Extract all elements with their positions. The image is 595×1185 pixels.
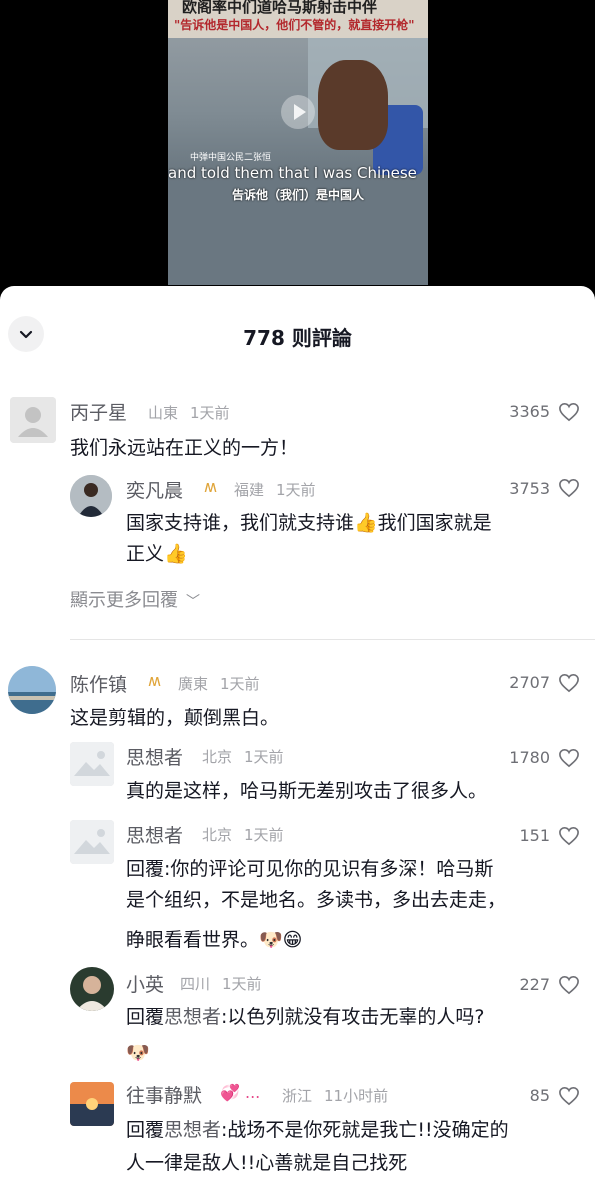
avatar-photo bbox=[8, 666, 56, 714]
reply-location: 福建 bbox=[234, 481, 265, 499]
reply-username[interactable]: 奕凡晨 bbox=[126, 476, 183, 503]
reply-text: 回覆:你的评论可见你的见识有多深！哈马斯 bbox=[126, 858, 494, 880]
comment-text: 这是剪辑的，颠倒黑白。 bbox=[70, 707, 280, 729]
badge-icon: ʍ bbox=[148, 671, 162, 690]
video-subtitle-quote: "告诉他是中国人，他们不管的，就直接开枪" bbox=[174, 18, 415, 32]
comment-username[interactable]: 陈作镇 bbox=[70, 670, 127, 697]
reply-target-link[interactable]: 思想者 bbox=[164, 1119, 221, 1141]
default-avatar-icon bbox=[10, 397, 56, 443]
badge-icon: 💞 ... bbox=[220, 1083, 261, 1102]
avatar-photo bbox=[70, 967, 114, 1011]
reply-username[interactable]: 往事静默 bbox=[126, 1081, 202, 1108]
reply-username[interactable]: 小英 bbox=[126, 970, 164, 997]
video-watermark: 中弹中国公民二张恒 bbox=[190, 153, 272, 163]
like-count: 1780 bbox=[509, 748, 550, 767]
reply-time: 1天前 bbox=[276, 481, 316, 499]
like-count: 3365 bbox=[509, 402, 550, 421]
reply-location: 浙江 bbox=[282, 1087, 313, 1105]
show-more-replies[interactable]: 顯示更多回覆 ﹀ bbox=[70, 586, 200, 612]
play-icon[interactable] bbox=[281, 95, 315, 129]
avatar[interactable] bbox=[10, 397, 56, 443]
like-count: 85 bbox=[529, 1086, 550, 1105]
comment-time: 1天前 bbox=[190, 404, 230, 422]
like-count: 2707 bbox=[509, 673, 550, 692]
comment-sheet-header: 778 则評論 bbox=[0, 286, 595, 382]
video-person bbox=[318, 60, 388, 150]
like-count: 227 bbox=[519, 975, 550, 994]
reply-text: 回覆思想者:战场不是你死就是我亡!!没确定的 bbox=[126, 1115, 509, 1146]
divider bbox=[70, 639, 595, 640]
video-title: 欧阁率中们道哈马斯射击中伴 bbox=[182, 0, 378, 16]
comment-sheet: 778 则評論 丙子星 山東 1天前 3365 我们永远站在正义的一方！ 奕凡晨 bbox=[0, 286, 595, 1185]
reply-text: 国家支持谁，我们就支持谁👍我们国家就是 bbox=[126, 512, 492, 534]
heart-icon[interactable] bbox=[558, 402, 580, 422]
reply-text: 睁眼看看世界。🐶😁 bbox=[126, 929, 303, 951]
reply-prefix: 回覆 bbox=[126, 1119, 165, 1141]
avatar[interactable] bbox=[70, 1082, 114, 1126]
avatar[interactable] bbox=[8, 666, 56, 714]
video-caption-cn: 告诉他（我们）是中国人 bbox=[231, 188, 364, 202]
reply-location: 北京 bbox=[202, 826, 233, 844]
reply-text: 人一律是敌人!!心善就是自己找死 bbox=[126, 1152, 408, 1174]
reply-text: 回覆思想者:以色列就没有攻击无辜的人吗? bbox=[126, 1002, 485, 1033]
reply-time: 11小时前 bbox=[324, 1087, 389, 1105]
comment-text: 我们永远站在正义的一方！ bbox=[70, 437, 299, 459]
comment-location: 廣東 bbox=[178, 675, 209, 693]
reply-body: :以色列就没有攻击无辜的人吗? bbox=[221, 1006, 485, 1028]
reply-prefix: 回覆 bbox=[126, 1006, 165, 1028]
comment-count-title: 778 则評論 bbox=[243, 326, 352, 350]
avatar-photo bbox=[70, 1082, 114, 1126]
reply-username[interactable]: 思想者 bbox=[126, 821, 183, 848]
comment-time: 1天前 bbox=[220, 675, 260, 693]
heart-icon[interactable] bbox=[558, 975, 580, 995]
heart-icon[interactable] bbox=[558, 1086, 580, 1106]
reply-username[interactable]: 思想者 bbox=[126, 743, 183, 770]
reply-time: 1天前 bbox=[244, 826, 284, 844]
avatar[interactable] bbox=[70, 967, 114, 1011]
reply-text: 真的是这样，哈马斯无差别攻击了很多人。 bbox=[126, 780, 488, 802]
placeholder-image-icon bbox=[70, 820, 114, 864]
like-count: 151 bbox=[519, 826, 550, 845]
comment-username[interactable]: 丙子星 bbox=[70, 398, 127, 425]
reply-body: :战场不是你死就是我亡!!没确定的 bbox=[221, 1119, 509, 1141]
show-more-label: 顯示更多回覆 bbox=[70, 590, 178, 611]
avatar-photo bbox=[70, 475, 112, 517]
badge-icon: ʍ bbox=[204, 477, 218, 496]
avatar[interactable] bbox=[70, 475, 112, 517]
comment-location: 山東 bbox=[148, 404, 179, 422]
reply-text: 🐶 bbox=[126, 1042, 150, 1064]
avatar[interactable] bbox=[70, 742, 114, 786]
video-caption-en: and told them that I was Chinese bbox=[168, 164, 417, 182]
placeholder-image-icon bbox=[70, 742, 114, 786]
chevron-down-icon: ﹀ bbox=[186, 594, 200, 610]
avatar[interactable] bbox=[70, 820, 114, 864]
reply-text: 正义👍 bbox=[126, 543, 188, 565]
reply-time: 1天前 bbox=[244, 748, 284, 766]
heart-icon[interactable] bbox=[558, 673, 580, 693]
like-count: 3753 bbox=[509, 479, 550, 498]
heart-icon[interactable] bbox=[558, 478, 580, 498]
reply-location: 北京 bbox=[202, 748, 233, 766]
reply-time: 1天前 bbox=[222, 975, 262, 993]
heart-icon[interactable] bbox=[558, 748, 580, 768]
reply-target-link[interactable]: 思想者 bbox=[164, 1006, 221, 1028]
reply-text: 是个组织，不是地名。多读书，多出去走走， bbox=[126, 889, 507, 911]
video-player[interactable]: 欧阁率中们道哈马斯射击中伴 "告诉他是中国人，他们不管的，就直接开枪" 中弹中国… bbox=[168, 0, 428, 285]
heart-icon[interactable] bbox=[558, 826, 580, 846]
reply-location: 四川 bbox=[180, 975, 211, 993]
